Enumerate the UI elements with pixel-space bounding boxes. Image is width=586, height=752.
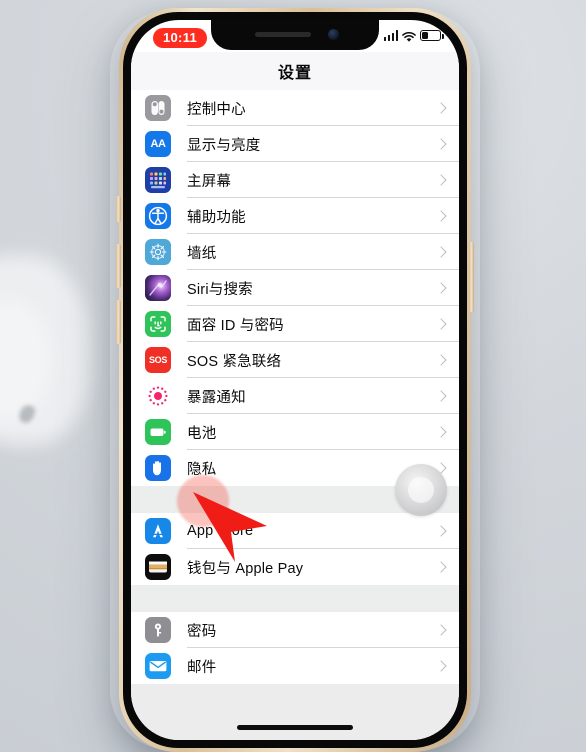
chevron-right-icon [435, 138, 447, 150]
display-icon-glyph: AA [150, 138, 166, 150]
chevron-right-icon [435, 318, 447, 330]
wallet-apple-pay-icon [145, 554, 171, 580]
chevron-right-icon [435, 624, 447, 636]
phone-screen: 10:11 设置 控制中心 AA 显示与亮度 主屏幕 辅助功能 墙纸 Siri与… [131, 20, 459, 740]
settings-row-emergency-sos[interactable]: SOS SOS 紧急联络 [131, 342, 459, 378]
settings-row-mail[interactable]: 邮件 [131, 648, 459, 684]
chevron-right-icon [435, 426, 447, 438]
settings-row-face-id[interactable]: 面容 ID 与密码 [131, 306, 459, 342]
chevron-right-icon [435, 525, 447, 537]
group-separator-2 [131, 585, 459, 612]
volume-up-button[interactable] [116, 244, 121, 288]
mail-icon [145, 653, 171, 679]
display-brightness-icon: AA [145, 131, 171, 157]
battery-settings-icon [145, 419, 171, 445]
home-screen-icon [145, 167, 171, 193]
chevron-right-icon [435, 660, 447, 672]
settings-row-label: 暴露通知 [187, 389, 246, 406]
assistive-touch-button[interactable] [395, 464, 447, 516]
power-button[interactable] [469, 242, 474, 312]
settings-row-label: 邮件 [187, 659, 217, 676]
settings-row-label: 面容 ID 与密码 [187, 317, 284, 334]
wifi-icon [402, 30, 416, 42]
settings-row-label: 电池 [187, 425, 217, 442]
status-bar-indicators [383, 30, 444, 42]
settings-row-app-store[interactable]: App Store [131, 513, 459, 549]
settings-row-home-screen[interactable]: 主屏幕 [131, 162, 459, 198]
exposure-notification-icon [145, 383, 171, 409]
battery-low-icon [420, 30, 444, 41]
settings-row-accessibility[interactable]: 辅助功能 [131, 198, 459, 234]
sos-icon-glyph: SOS [148, 355, 168, 365]
volume-down-button[interactable] [116, 300, 121, 344]
settings-row-label: 辅助功能 [187, 209, 246, 226]
settings-row-control-center[interactable]: 控制中心 [131, 90, 459, 126]
settings-group-1: 控制中心 AA 显示与亮度 主屏幕 辅助功能 墙纸 Siri与搜索 面容 ID … [131, 90, 459, 486]
chevron-right-icon [435, 174, 447, 186]
chevron-right-icon [435, 210, 447, 222]
settings-group-3: 密码 邮件 [131, 612, 459, 684]
settings-group-2: App Store 钱包与 Apple Pay [131, 513, 459, 585]
control-center-icon [145, 95, 171, 121]
home-indicator [237, 725, 353, 730]
settings-row-battery[interactable]: 电池 [131, 414, 459, 450]
page-title: 设置 [277, 65, 312, 82]
chevron-right-icon [435, 561, 447, 573]
settings-row-wallpaper[interactable]: 墙纸 [131, 234, 459, 270]
accessibility-icon [145, 203, 171, 229]
mute-switch[interactable] [116, 196, 121, 222]
settings-list[interactable]: 控制中心 AA 显示与亮度 主屏幕 辅助功能 墙纸 Siri与搜索 面容 ID … [131, 90, 459, 740]
chevron-right-icon [435, 246, 447, 258]
settings-row-wallet-apple-pay[interactable]: 钱包与 Apple Pay [131, 549, 459, 585]
settings-row-siri-search[interactable]: Siri与搜索 [131, 270, 459, 306]
settings-row-label: 显示与亮度 [187, 137, 261, 154]
chevron-right-icon [435, 102, 447, 114]
assistive-touch-inner [408, 477, 434, 503]
settings-row-passwords[interactable]: 密码 [131, 612, 459, 648]
passwords-icon [145, 617, 171, 643]
chevron-right-icon [435, 354, 447, 366]
face-id-icon [145, 311, 171, 337]
settings-row-label: 主屏幕 [187, 173, 232, 190]
emergency-sos-icon: SOS [145, 347, 171, 373]
cursor-arrow [191, 490, 269, 569]
nav-bar: 设置 [131, 52, 459, 90]
cellular-signal-icon [383, 30, 398, 41]
settings-row-label: 密码 [187, 623, 217, 640]
settings-row-label: Siri与搜索 [187, 281, 253, 298]
settings-row-display-brightness[interactable]: AA 显示与亮度 [131, 126, 459, 162]
settings-row-label: SOS 紧急联络 [187, 353, 282, 370]
siri-search-icon [145, 275, 171, 301]
settings-row-label: 墙纸 [187, 245, 217, 262]
privacy-icon [145, 455, 171, 481]
settings-row-exposure-notifications[interactable]: 暴露通知 [131, 378, 459, 414]
app-store-icon [145, 518, 171, 544]
chevron-right-icon [435, 282, 447, 294]
wallpaper-icon [145, 239, 171, 265]
status-bar: 10:11 [131, 20, 459, 52]
chevron-right-icon [435, 390, 447, 402]
status-time-badge[interactable]: 10:11 [153, 28, 208, 48]
settings-row-label: 控制中心 [187, 101, 246, 118]
